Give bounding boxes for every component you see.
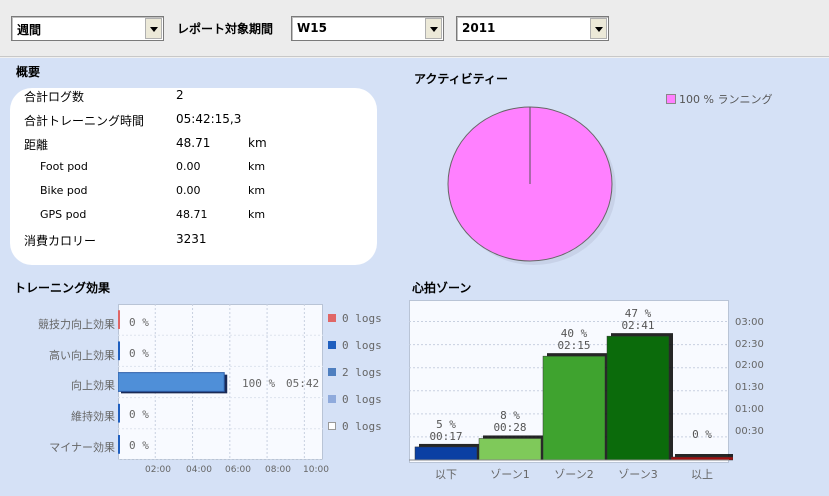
summary-label: 合計トレーニング時間 xyxy=(24,114,145,128)
activity-pie-chart xyxy=(447,106,616,265)
te-bar xyxy=(118,310,120,329)
legend-swatch xyxy=(328,314,336,322)
hr-category-label: ゾーン2 xyxy=(554,468,594,481)
chevron-down-icon[interactable] xyxy=(145,18,162,39)
summary-label: Bike pod xyxy=(40,184,88,197)
summary-label: 合計ログ数 xyxy=(24,90,85,104)
summary-unit: km xyxy=(248,136,267,150)
te-logs-count: 0 logs xyxy=(342,312,382,325)
summary-value: 48.71 xyxy=(176,208,208,221)
te-logs-legend-item: 0 logs xyxy=(328,339,382,352)
summary-unit: km xyxy=(248,184,266,197)
hr-bar-label: 47 % 02:41 xyxy=(621,307,655,333)
te-logs-count: 0 logs xyxy=(342,339,382,352)
summary-value: 05:42:15,3 xyxy=(176,112,242,126)
te-logs-legend-item: 0 logs xyxy=(328,420,382,433)
chevron-down-icon[interactable] xyxy=(425,18,442,39)
hr-category-label: 以上 xyxy=(691,468,713,481)
legend-swatch xyxy=(666,94,676,104)
te-category-label: マイナー効果 xyxy=(49,441,115,454)
activity-title: アクティビティー xyxy=(414,72,508,86)
toolbar: 週間 レポート対象期間 W15 2011 xyxy=(0,0,829,57)
week-select[interactable]: W15 xyxy=(291,16,444,41)
hr-category-label: ゾーン3 xyxy=(618,468,658,481)
te-bar xyxy=(118,341,120,361)
summary-value: 0.00 xyxy=(176,184,201,197)
hr-y-tick: 03:00 xyxy=(735,317,764,328)
chevron-down-icon[interactable] xyxy=(590,18,607,39)
legend-swatch xyxy=(328,341,336,349)
week-value: W15 xyxy=(297,21,327,35)
legend-swatch xyxy=(328,395,336,403)
hr-y-tick: 01:00 xyxy=(735,404,764,415)
te-bar xyxy=(118,403,120,423)
training-effect-title: トレーニング効果 xyxy=(14,281,111,295)
te-x-tick: 06:00 xyxy=(225,465,251,475)
hr-bar-label: 0 % xyxy=(692,428,712,441)
te-category-label: 維持効果 xyxy=(71,410,115,423)
te-x-tick: 04:00 xyxy=(186,465,212,475)
hr-y-tick: 02:00 xyxy=(735,360,764,371)
te-time-label: 05:42 xyxy=(286,377,320,390)
legend-swatch xyxy=(328,368,336,376)
te-logs-legend-item: 0 logs xyxy=(328,393,382,406)
hr-bar-label: 8 % 00:28 xyxy=(493,409,527,435)
te-percent-label: 0 % xyxy=(129,439,149,452)
hr-category-label: ゾーン1 xyxy=(490,468,530,481)
te-percent-label: 0 % xyxy=(129,316,149,329)
activity-legend-label: 100 % ランニング xyxy=(679,93,773,106)
te-bar xyxy=(118,372,225,392)
summary-unit: km xyxy=(248,208,266,221)
summary-title: 概要 xyxy=(16,65,41,79)
summary-value: 3231 xyxy=(176,232,207,246)
te-x-tick: 10:00 xyxy=(303,465,329,475)
te-x-tick: 08:00 xyxy=(265,465,291,475)
te-percent-label: 0 % xyxy=(129,408,149,421)
hr-bar xyxy=(542,355,606,461)
hr-bar-label: 40 % 02:15 xyxy=(557,327,591,353)
period-type-select[interactable]: 週間 xyxy=(11,16,164,41)
legend-swatch xyxy=(328,422,336,430)
hr-bar xyxy=(414,446,478,461)
te-logs-legend-item: 2 logs xyxy=(328,366,382,379)
hr-y-tick: 00:30 xyxy=(735,426,764,437)
summary-unit: km xyxy=(248,160,266,173)
hr-y-tick: 02:30 xyxy=(735,339,764,350)
te-logs-count: 2 logs xyxy=(342,366,382,379)
summary-value: 2 xyxy=(176,88,184,102)
hr-bar xyxy=(606,335,670,461)
hr-bar xyxy=(478,438,542,461)
hr-zones-title: 心拍ゾーン xyxy=(412,281,472,295)
summary-value: 0.00 xyxy=(176,160,201,173)
te-percent-label: 0 % xyxy=(129,347,149,360)
hr-bar-label: 5 % 00:17 xyxy=(429,417,463,443)
year-select[interactable]: 2011 xyxy=(456,16,609,41)
hr-y-tick: 01:30 xyxy=(735,382,764,393)
summary-label: 距離 xyxy=(24,138,49,152)
te-x-tick: 02:00 xyxy=(145,465,171,475)
hr-category-label: 以下 xyxy=(435,468,457,481)
report-panel: 概要 合計ログ数 2 合計トレーニング時間 05:42:15,3 距離 48.7… xyxy=(0,58,829,496)
report-period-label: レポート対象期間 xyxy=(177,22,274,36)
te-logs-count: 0 logs xyxy=(342,393,382,406)
summary-label: 消費カロリー xyxy=(24,234,97,248)
te-logs-legend-item: 0 logs xyxy=(328,312,382,325)
summary-box: 合計ログ数 2 合計トレーニング時間 05:42:15,3 距離 48.71 k… xyxy=(10,88,377,265)
te-logs-count: 0 logs xyxy=(342,420,382,433)
te-bar xyxy=(118,435,120,454)
year-value: 2011 xyxy=(462,21,496,35)
te-category-label: 競技力向上効果 xyxy=(38,318,115,331)
te-category-label: 高い向上効果 xyxy=(49,349,115,362)
activity-legend: 100 % ランニング xyxy=(666,91,772,107)
summary-value: 48.71 xyxy=(176,136,211,150)
te-percent-label: 100 % xyxy=(242,377,276,390)
period-type-value: 週間 xyxy=(17,23,42,37)
summary-label: GPS pod xyxy=(40,208,87,221)
summary-label: Foot pod xyxy=(40,160,88,173)
te-category-label: 向上効果 xyxy=(71,379,115,392)
